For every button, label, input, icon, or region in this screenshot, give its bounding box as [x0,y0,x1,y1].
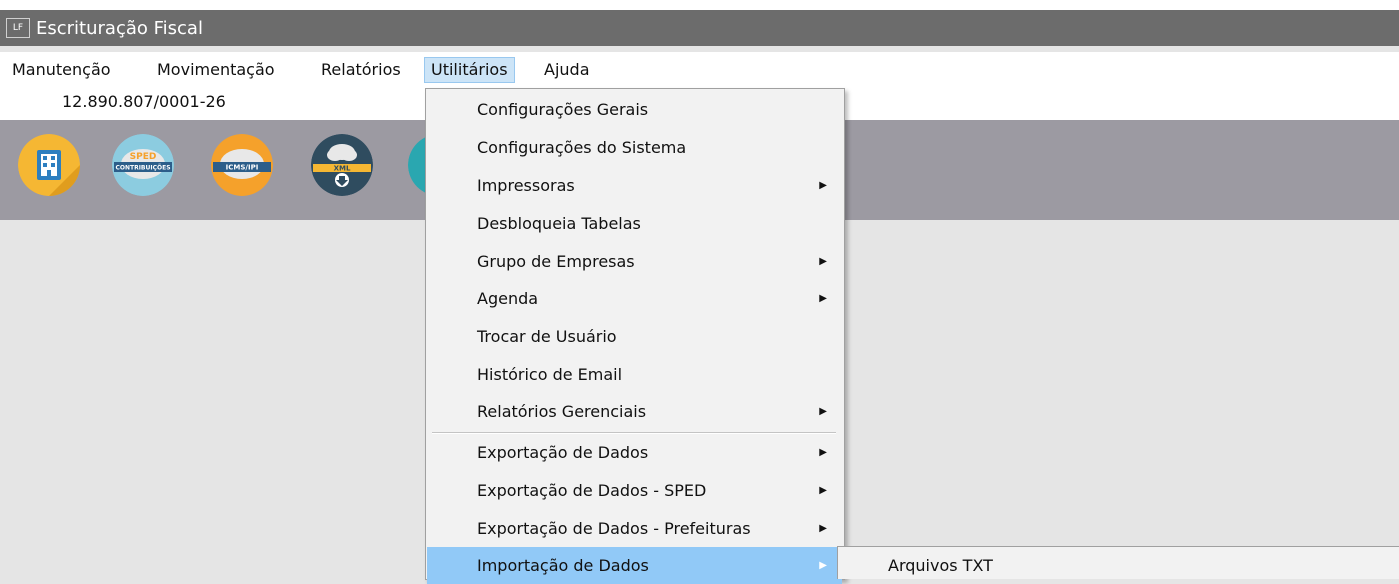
menu-exportacao-dados-sped[interactable]: Exportação de Dados - SPED ▶ [427,472,842,509]
company-building-icon[interactable] [18,134,80,196]
submenu-arrow-icon: ▶ [819,485,827,496]
window-title: Escrituração Fiscal [36,17,203,39]
menu-item-label: Importação de Dados [477,556,649,575]
menu-agenda[interactable]: Agenda ▶ [427,280,842,317]
top-band [0,0,1399,10]
menu-trocar-usuario[interactable]: Trocar de Usuário [427,318,842,355]
menu-item-label: Grupo de Empresas [477,252,635,271]
menu-importacao-dados[interactable]: Importação de Dados ▶ [427,547,842,584]
menu-historico-email[interactable]: Histórico de Email [427,356,842,393]
company-cnpj: 12.890.807/0001-26 [62,92,226,111]
xml-band-text: XML [334,165,351,173]
menu-desbloqueia-tabelas[interactable]: Desbloqueia Tabelas [427,205,842,242]
app-icon: LF [6,18,30,38]
menu-ajuda[interactable]: Ajuda [538,57,596,83]
utilitarios-dropdown: Configurações Gerais Configurações do Si… [425,88,845,584]
menu-impressoras[interactable]: Impressoras ▶ [427,167,842,204]
submenu-arrow-icon: ▶ [819,523,827,534]
importacao-submenu: Arquivos TXT [837,546,1399,579]
menu-configuracoes-sistema[interactable]: Configurações do Sistema [427,129,842,166]
menu-item-label: Exportação de Dados - SPED [477,481,707,500]
submenu-arrow-icon: ▶ [819,256,827,267]
menu-item-label: Arquivos TXT [888,556,993,575]
menu-item-label: Desbloqueia Tabelas [477,214,641,233]
submenu-arrow-icon: ▶ [819,447,827,458]
xml-download-icon[interactable]: XML [311,134,373,196]
submenu-arrow-icon: ▶ [819,180,827,191]
menu-exportacao-dados[interactable]: Exportação de Dados ▶ [427,434,842,471]
sped-top-text: SPED [130,152,157,162]
title-bar: LF Escrituração Fiscal [0,10,1399,46]
menu-relatorios-gerenciais[interactable]: Relatórios Gerenciais ▶ [427,393,842,430]
menu-manutencao[interactable]: Manutenção [6,57,117,83]
menu-item-label: Exportação de Dados [477,443,649,462]
menu-bar: Manutenção Movimentação Relatórios Utili… [0,52,1399,88]
menu-item-label: Relatórios Gerenciais [477,402,647,421]
sped-band-text: CONTRIBUIÇÕES [115,165,170,172]
menu-item-label: Configurações Gerais [477,100,649,119]
menu-exportacao-dados-prefeituras[interactable]: Exportação de Dados - Prefeituras ▶ [427,510,842,547]
icms-ipi-icon[interactable]: ICMS/IPI [211,134,273,196]
icms-band-text: ICMS/IPI [226,164,259,172]
menu-arquivos-txt[interactable]: Arquivos TXT [838,551,1399,579]
menu-item-label: Agenda [477,289,539,308]
submenu-arrow-icon: ▶ [819,406,827,417]
menu-relatorios[interactable]: Relatórios [315,57,407,83]
menu-item-label: Exportação de Dados - Prefeituras [477,519,751,538]
menu-item-label: Trocar de Usuário [477,327,617,346]
menu-utilitarios[interactable]: Utilitários [424,57,515,83]
submenu-arrow-icon: ▶ [819,293,827,304]
menu-item-label: Histórico de Email [477,365,623,384]
menu-configuracoes-gerais[interactable]: Configurações Gerais [427,91,842,128]
menu-grupo-empresas[interactable]: Grupo de Empresas ▶ [427,243,842,280]
submenu-arrow-icon: ▶ [819,560,827,571]
sped-contribuicoes-icon[interactable]: SPED CONTRIBUIÇÕES [112,134,174,196]
menu-item-label: Configurações do Sistema [477,138,687,157]
menu-item-label: Impressoras [477,176,575,195]
menu-movimentacao[interactable]: Movimentação [151,57,281,83]
